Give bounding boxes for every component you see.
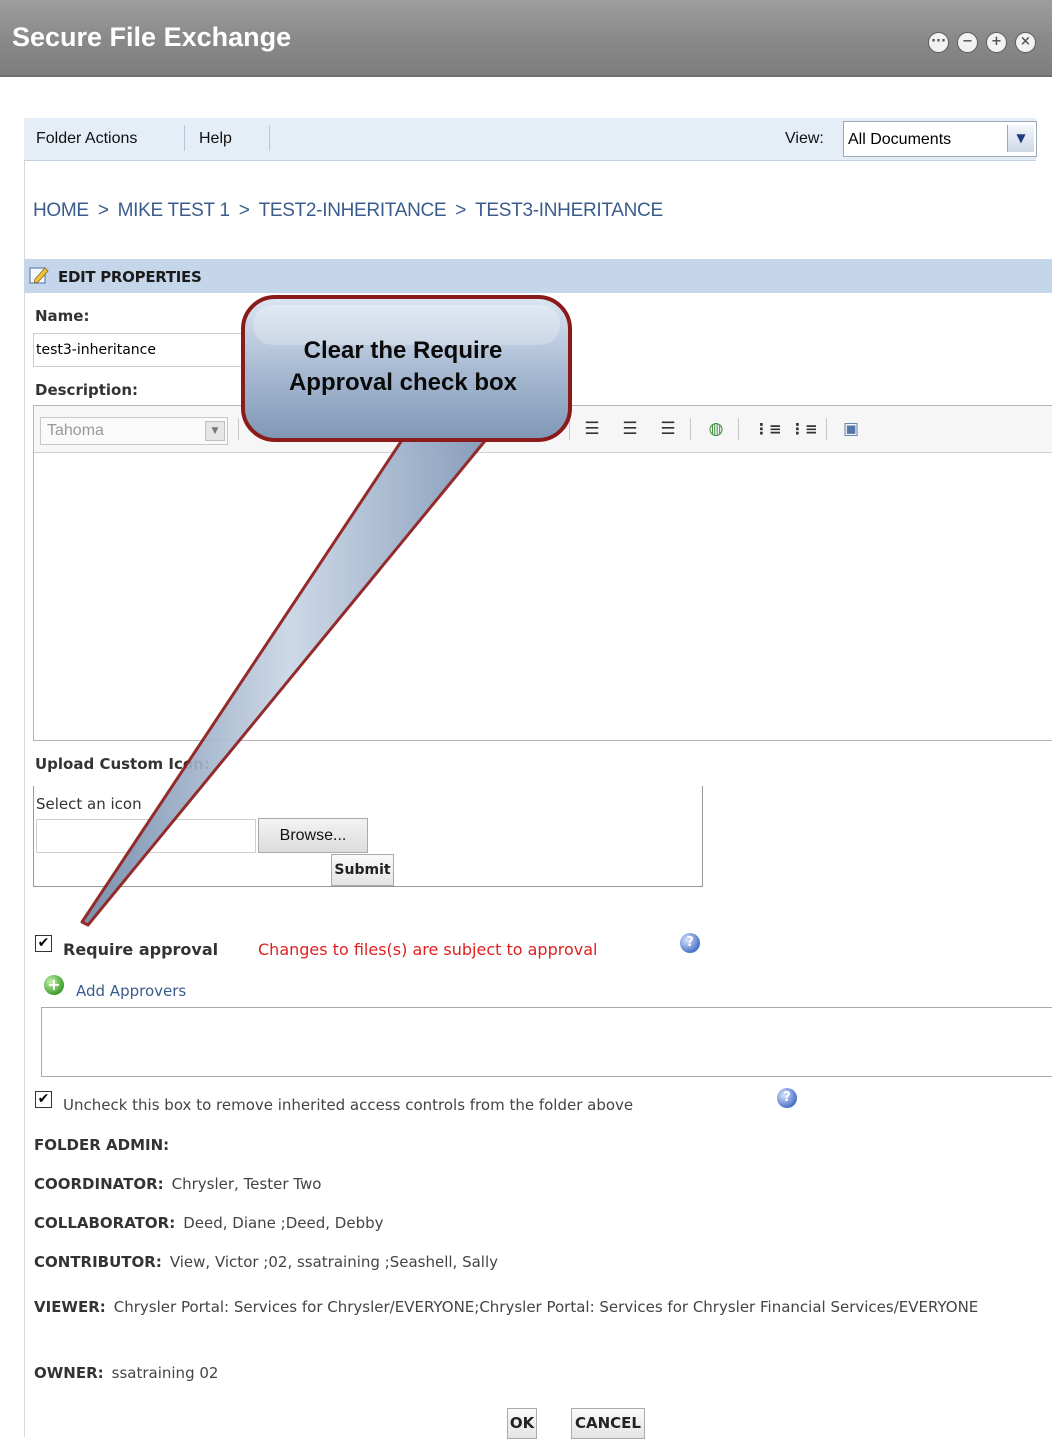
more-icon[interactable]: ··· [928,32,949,53]
bold-icon[interactable]: B [246,418,270,440]
breadcrumb-home[interactable]: HOME [33,200,89,221]
strikethrough-icon[interactable]: S [330,418,354,440]
upload-box: Select an icon Browse... Submit [33,786,703,887]
ok-button[interactable]: OK [507,1408,537,1439]
cancel-button[interactable]: CANCEL [571,1408,645,1439]
insert-image-icon[interactable]: ▣ [839,418,863,440]
role-value: View, Victor ;02, ssatraining ;Seashell,… [169,1253,499,1271]
callout-line-1: Clear the Require [303,337,503,364]
help-menu[interactable]: Help [199,130,232,148]
submit-button[interactable]: Submit [331,854,394,886]
toolbar-divider [690,418,691,440]
toolbar-divider [826,418,827,440]
role-value: Chrysler, Tester Two [171,1175,322,1193]
align-right-icon[interactable]: ☰ [656,418,680,440]
left-divider [24,118,25,1437]
select-icon-text: Select an icon [36,795,142,813]
view-select-value: All Documents [848,131,952,148]
subscript-icon[interactable]: x₂ [402,418,426,440]
help-icon[interactable]: ? [680,933,700,953]
superscript-icon[interactable]: x² [374,418,398,440]
role-label: COORDINATOR: [34,1175,164,1193]
upload-label: Upload Custom Icon: [35,755,210,773]
breadcrumb-separator: > [238,200,250,221]
edit-properties-header: EDIT PROPERTIES [24,259,1052,293]
minimize-icon[interactable]: − [957,32,978,53]
italic-icon[interactable]: I [274,418,298,440]
folder-admin-row: FOLDER ADMIN: [34,1136,177,1154]
inherit-access-label: Uncheck this box to remove inherited acc… [63,1096,634,1114]
inherit-access-checkbox[interactable]: ✔ [35,1091,52,1108]
numbered-list-icon[interactable]: ⋮≡ [754,418,782,440]
name-field-value: test3-inheritance [36,342,156,358]
add-approvers-link[interactable]: Add Approvers [76,982,186,1000]
role-label: OWNER: [34,1364,104,1382]
role-value: Chrysler Portal: Services for Chrysler/E… [113,1298,979,1316]
window-titlebar: Secure File Exchange ··· − + × [0,0,1052,77]
breadcrumb: HOME > MIKE TEST 1 > TEST2-INHERITANCE > TEST3… [33,200,663,222]
callout-line-2: Approval check box [288,369,518,396]
breadcrumb-test2-inheritance[interactable]: TEST2-INHERITANCE [259,200,447,221]
breadcrumb-test3-inheritance[interactable]: TEST3-INHERITANCE [475,200,663,221]
breadcrumb-separator: > [455,200,467,221]
section-title: EDIT PROPERTIES [58,268,202,286]
require-approval-checkbox[interactable]: ✔ [35,935,52,952]
toolbar-divider [238,418,239,440]
chevron-down-icon[interactable]: ▼ [1007,125,1034,152]
window-title: Secure File Exchange [12,22,292,52]
role-label: VIEWER: [34,1298,106,1316]
hyperlink-icon[interactable]: ◍ [704,418,728,440]
collaborator-row: COLLABORATOR: Deed, Diane ;Deed, Debby [34,1214,384,1232]
view-select[interactable]: All Documents ▼ [843,121,1037,157]
add-icon[interactable]: + [44,975,64,995]
contributor-row: CONTRIBUTOR: View, Victor ;02, ssatrainin… [34,1253,498,1271]
align-center-icon[interactable]: ☰ [618,418,642,440]
font-select-value: Tahoma [47,422,104,439]
require-approval-label: Require approval [63,940,219,959]
toolbar-divider [269,125,270,151]
viewer-row: VIEWER: Chrysler Portal: Services for Chr… [34,1291,1034,1324]
bulleted-list-icon[interactable]: ⋮≡ [790,418,818,440]
breadcrumb-separator: > [97,200,109,221]
toolbar-divider [738,418,739,440]
editor-toolbar: Tahoma ▼ B I U S x² x₂ A ab ☰ ☰ ☰ ◍ ⋮≡ ⋮… [34,406,1052,453]
role-label: COLLABORATOR: [34,1214,176,1232]
breadcrumb-mike-test-1[interactable]: MIKE TEST 1 [118,200,230,221]
folder-toolbar: Folder Actions Help View: All Documents … [24,118,1037,161]
browse-button[interactable]: Browse... [258,818,368,853]
approval-note: Changes to files(s) are subject to appro… [258,940,598,959]
view-label: View: [785,130,824,147]
help-icon[interactable]: ? [777,1088,797,1108]
toolbar-divider [569,418,570,440]
callout-text: Clear the Require Approval check box [258,335,548,399]
close-icon[interactable]: × [1015,32,1036,53]
underline-icon[interactable]: U [302,418,326,440]
folder-actions-menu[interactable]: Folder Actions [36,130,137,148]
name-label: Name: [35,307,90,325]
pencil-icon [29,267,49,284]
approvers-box[interactable] [41,1007,1052,1077]
owner-row: OWNER: ssatraining 02 [34,1364,218,1382]
file-input[interactable] [36,819,256,853]
toolbar-divider [184,125,185,151]
role-label: CONTRIBUTOR: [34,1253,162,1271]
role-label: FOLDER ADMIN: [34,1136,170,1154]
align-left-icon[interactable]: ☰ [580,418,604,440]
description-label: Description: [35,381,139,399]
font-color-icon[interactable]: A [459,418,483,440]
highlight-icon[interactable]: ab [499,418,523,440]
role-value: Deed, Diane ;Deed, Debby [183,1214,384,1232]
maximize-icon[interactable]: + [986,32,1007,53]
font-select[interactable]: Tahoma ▼ [40,417,228,445]
description-editor[interactable]: Tahoma ▼ B I U S x² x₂ A ab ☰ ☰ ☰ ◍ ⋮≡ ⋮… [33,405,1052,741]
coordinator-row: COORDINATOR: Chrysler, Tester Two [34,1175,321,1193]
role-value: ssatraining 02 [111,1364,219,1382]
chevron-down-icon[interactable]: ▼ [205,421,225,441]
